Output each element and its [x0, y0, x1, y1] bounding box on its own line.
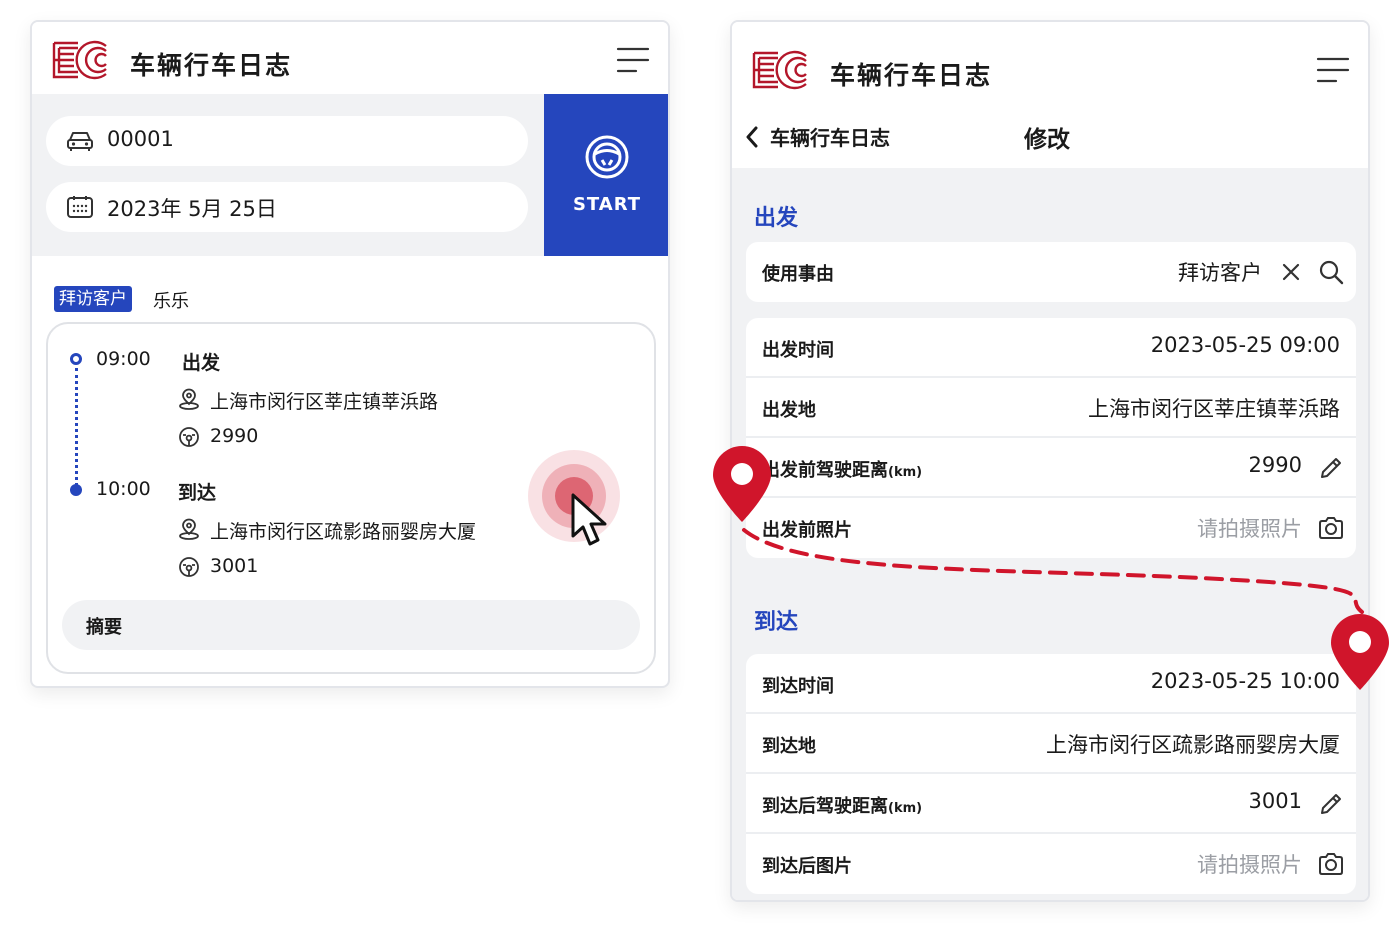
- arrive-distance-value: 3001: [1248, 789, 1302, 813]
- camera-icon[interactable]: [1318, 851, 1344, 877]
- location-pin-icon: [179, 388, 199, 410]
- arrive-photo-placeholder: 请拍摄照片: [1197, 853, 1302, 877]
- depart-time-value: 2023-05-25 09:00: [1150, 333, 1340, 357]
- depart-label: 出发: [182, 352, 221, 374]
- arrive-distance-label: 到达后驾驶距离(km): [762, 792, 922, 818]
- arrive-address: 上海市闵行区疏影路丽婴房大厦: [210, 521, 477, 543]
- trip-date: 2023年 5月 25日: [107, 197, 277, 221]
- arrive-distance-unit: (km): [888, 801, 923, 816]
- app-title: 车辆行车日志: [130, 51, 293, 80]
- arrive-time-value: 2023-05-25 10:00: [1150, 669, 1340, 693]
- depart-distance-unit: (km): [888, 465, 923, 480]
- ec-logo: [752, 50, 807, 90]
- vehicle-plate-field[interactable]: 00001: [46, 116, 528, 166]
- pencil-icon[interactable]: [1318, 791, 1344, 817]
- start-label: START: [572, 194, 642, 215]
- depart-group: 出发时间 2023-05-25 09:00 出发地 上海市闵行区莘庄镇莘浜路 出…: [746, 318, 1356, 558]
- page-title: 修改: [1024, 127, 1070, 153]
- depart-distance-label-text: 出发前驾驶距离: [762, 460, 888, 481]
- purpose-badge: 拜访客户: [54, 286, 132, 312]
- depart-time-label: 出发时间: [762, 340, 834, 361]
- pencil-icon[interactable]: [1318, 455, 1344, 481]
- search-icon[interactable]: [1318, 259, 1344, 285]
- arrive-place-value: 上海市闵行区疏影路丽婴房大厦: [1046, 733, 1340, 757]
- purpose-label: 使用事由: [762, 264, 834, 285]
- depart-photo-placeholder: 请拍摄照片: [1197, 517, 1302, 541]
- timeline-connector: [75, 368, 78, 486]
- summary-field[interactable]: 摘要: [62, 600, 640, 650]
- app-header: 车辆行车日志: [732, 22, 1368, 102]
- close-icon[interactable]: [1278, 259, 1304, 285]
- trip-list-screen: 车辆行车日志 00001 2023年 5月 25日 START 拜访客户 乐乐 …: [30, 20, 670, 688]
- arrive-label: 到达: [178, 482, 217, 504]
- arrive-odometer: 3001: [210, 555, 259, 577]
- vehicle-selector-area: 00001 2023年 5月 25日: [32, 94, 544, 256]
- depart-odometer: 2990: [210, 425, 259, 447]
- arrive-time: 10:00: [96, 478, 151, 500]
- odometer-icon: [179, 427, 199, 447]
- app-title: 车辆行车日志: [830, 61, 993, 90]
- odometer-icon: [179, 557, 199, 577]
- camera-icon[interactable]: [1318, 515, 1344, 541]
- car-icon: [67, 132, 93, 151]
- chevron-left-icon: [746, 126, 758, 148]
- back-label: 车辆行车日志: [770, 126, 890, 150]
- arrive-group: 到达时间 2023-05-25 10:00 到达地 上海市闵行区疏影路丽婴房大厦…: [746, 654, 1356, 894]
- purpose-row[interactable]: 使用事由 拜访客户: [746, 242, 1356, 302]
- depart-place-row[interactable]: 出发地 上海市闵行区莘庄镇莘浜路: [746, 378, 1356, 438]
- date-field[interactable]: 2023年 5月 25日: [46, 182, 528, 232]
- driver-name: 乐乐: [153, 291, 189, 312]
- purpose-group: 使用事由 拜访客户: [746, 242, 1356, 302]
- location-pin-icon: [179, 518, 199, 540]
- arrive-photo-row[interactable]: 到达后图片 请拍摄照片: [746, 834, 1356, 894]
- depart-distance-label: 出发前驾驶距离(km): [762, 456, 922, 482]
- arrive-distance-label-text: 到达后驾驶距离: [762, 796, 888, 817]
- app-header: 车辆行车日志: [32, 22, 668, 94]
- arrive-place-row[interactable]: 到达地 上海市闵行区疏影路丽婴房大厦: [746, 714, 1356, 774]
- arrive-time-row[interactable]: 到达时间 2023-05-25 10:00: [746, 654, 1356, 714]
- arrive-photo-label: 到达后图片: [762, 856, 852, 877]
- nav-bar: 车辆行车日志 修改: [732, 102, 1368, 168]
- cursor-icon: [571, 493, 607, 546]
- depart-photo-label: 出发前照片: [762, 520, 852, 541]
- depart-photo-row[interactable]: 出发前照片 请拍摄照片: [746, 498, 1356, 558]
- edit-log-screen: 车辆行车日志 车辆行车日志 修改 出发 使用事由 拜访客户 出发时间 2023-…: [730, 20, 1370, 902]
- start-button[interactable]: START: [544, 94, 668, 256]
- depart-distance-value: 2990: [1248, 453, 1302, 477]
- edit-form: 出发 使用事由 拜访客户 出发时间 2023-05-25 09:00 出发地 上…: [732, 168, 1368, 900]
- depart-time: 09:00: [96, 348, 151, 370]
- arrive-place-label: 到达地: [762, 736, 816, 757]
- arrive-distance-row[interactable]: 到达后驾驶距离(km) 3001: [746, 774, 1356, 834]
- vehicle-plate: 00001: [107, 127, 174, 151]
- depart-time-row[interactable]: 出发时间 2023-05-25 09:00: [746, 318, 1356, 378]
- arrive-time-label: 到达时间: [762, 676, 834, 697]
- steering-wheel-icon: [585, 135, 629, 179]
- summary-label: 摘要: [86, 617, 122, 638]
- depart-section-title: 出发: [754, 206, 799, 231]
- hamburger-menu-icon[interactable]: [616, 46, 650, 74]
- hamburger-menu-icon[interactable]: [1316, 56, 1350, 84]
- arrive-section-title: 到达: [754, 610, 799, 635]
- depart-address: 上海市闵行区莘庄镇莘浜路: [210, 391, 439, 413]
- purpose-value: 拜访客户: [1178, 261, 1262, 285]
- depart-place-value: 上海市闵行区莘庄镇莘浜路: [1088, 397, 1340, 421]
- timeline-end-dot: [70, 484, 82, 496]
- ec-logo: [52, 40, 107, 80]
- timeline-start-dot: [70, 353, 82, 365]
- calendar-icon: [67, 196, 93, 218]
- depart-distance-row[interactable]: 出发前驾驶距离(km) 2990: [746, 438, 1356, 498]
- depart-place-label: 出发地: [762, 400, 816, 421]
